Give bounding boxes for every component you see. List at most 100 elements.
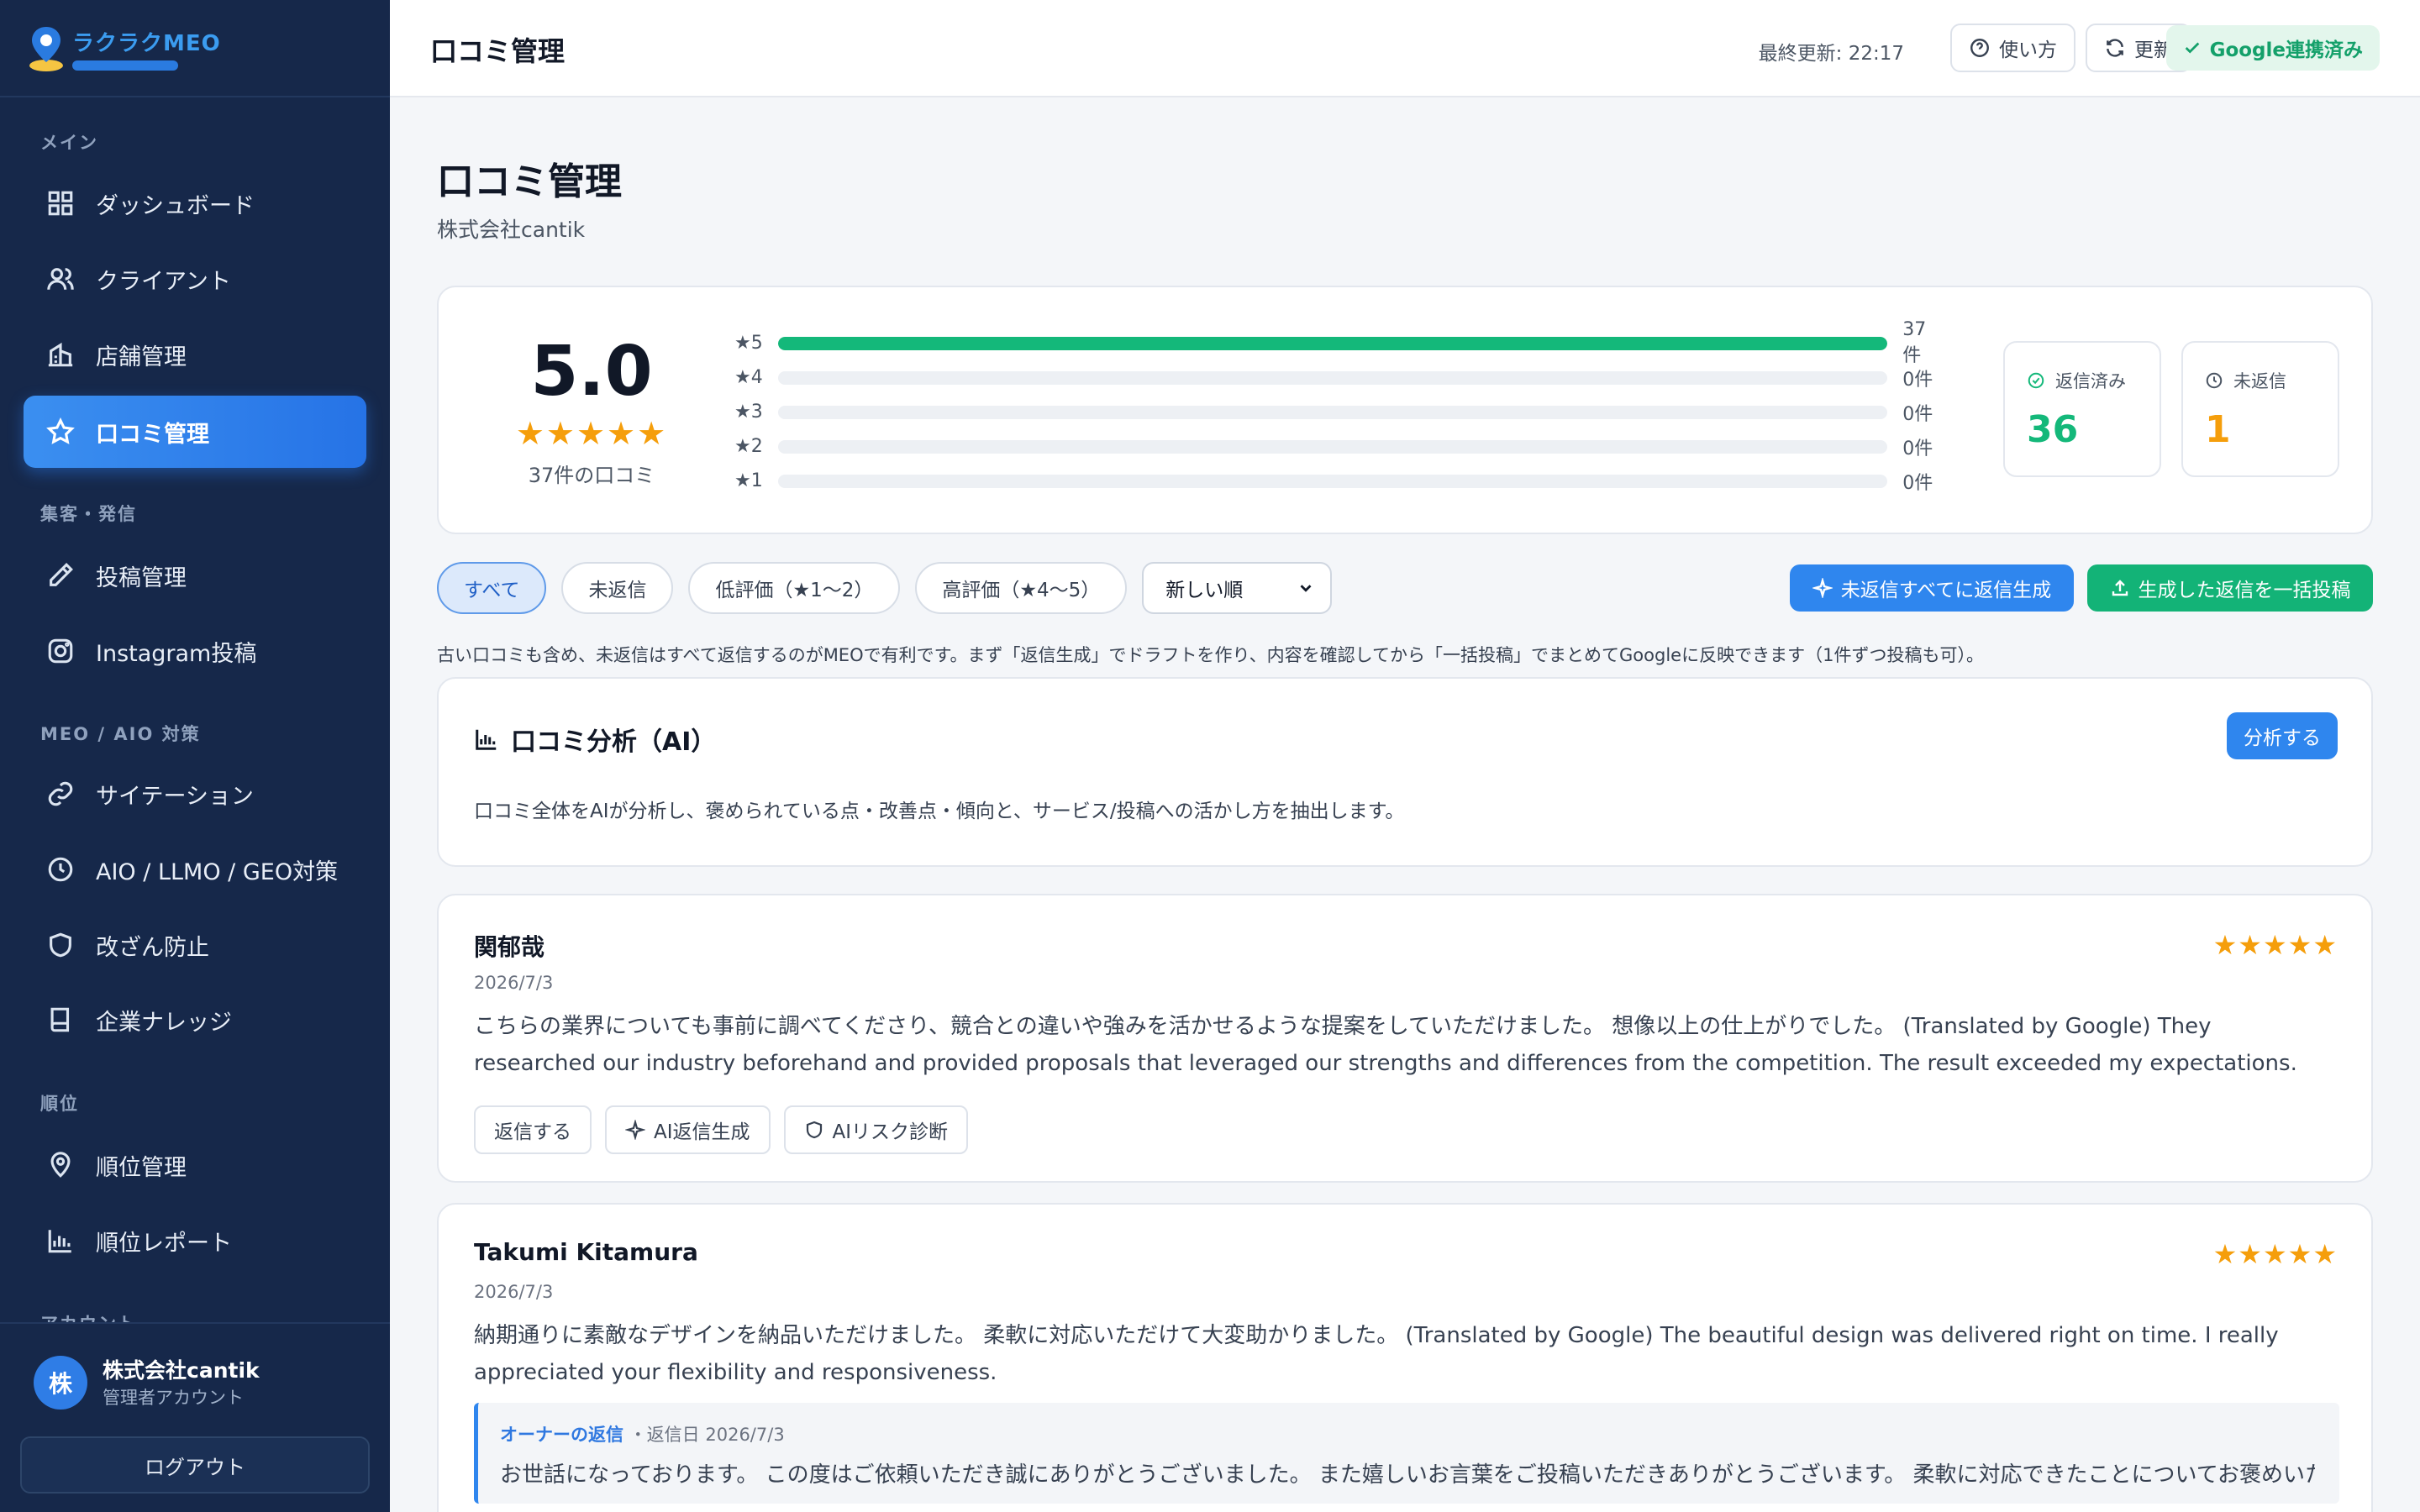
sidebar-item-label: Instagram投稿 bbox=[96, 640, 257, 667]
distribution-track bbox=[777, 370, 1888, 385]
sparkle-icon bbox=[1812, 578, 1833, 598]
shield-icon bbox=[45, 930, 76, 960]
bulk-post-label: 生成した返信を一括投稿 bbox=[2138, 580, 2351, 601]
reply-hint-text: 古い口コミも含め、未返信はすべて返信するのがMEOで有利です。まず「返信生成」で… bbox=[437, 645, 1984, 665]
sidebar-item-rank-management[interactable]: 順位管理 bbox=[24, 1129, 366, 1201]
check-circle-icon bbox=[2028, 372, 2044, 389]
sidebar-item-instagram[interactable]: Instagram投稿 bbox=[24, 615, 366, 687]
refresh-icon bbox=[2107, 39, 2123, 57]
top-bar: 口コミ管理 最終更新: 22:17 使い方 更新 Google連携済み bbox=[390, 0, 2420, 97]
ai-analysis-card: 口コミ分析（AI） 口コミ全体をAIが分析し、褒められている点・改善点・傾向と、… bbox=[437, 677, 2373, 867]
clock-icon bbox=[2206, 372, 2223, 389]
average-rating: 5.0 ★★★★★ 37件の口コミ bbox=[489, 338, 694, 488]
review-date: 2026/7/3 bbox=[474, 1282, 554, 1302]
ai-risk-check-button[interactable]: AIリスク診断 bbox=[783, 1105, 969, 1154]
sidebar: ラクラクMEO メイン ダッシュボード クライアント 店舗管理 口コミ管理 集客… bbox=[0, 0, 390, 1512]
distribution-count: 0件 bbox=[1902, 438, 1933, 459]
shield-icon bbox=[806, 1121, 822, 1139]
sidebar-item-label: 投稿管理 bbox=[96, 564, 187, 591]
distribution-track bbox=[777, 474, 1888, 488]
link-icon bbox=[45, 779, 76, 809]
reply-button[interactable]: 返信する bbox=[474, 1105, 592, 1154]
ai-reply-button[interactable]: AI返信生成 bbox=[605, 1105, 771, 1154]
ai-reply-label: AI返信生成 bbox=[654, 1121, 750, 1143]
bar-chart-icon bbox=[45, 1226, 76, 1256]
sidebar-item-reviews[interactable]: 口コミ管理 bbox=[24, 396, 366, 468]
review-count: 37件の口コミ bbox=[528, 464, 655, 487]
average-stars: ★★★★★ bbox=[515, 415, 668, 452]
sidebar-item-aio[interactable]: AIO / LLMO / GEO対策 bbox=[24, 833, 366, 906]
bar-chart-icon bbox=[476, 729, 497, 750]
help-icon bbox=[1970, 39, 1989, 57]
replied-value: 36 bbox=[2027, 408, 2079, 451]
sidebar-item-stores[interactable]: 店舗管理 bbox=[24, 318, 366, 391]
google-status-label: Google連携済み bbox=[2209, 39, 2363, 61]
help-button[interactable]: 使い方 bbox=[1950, 24, 2075, 72]
distribution-label: ★1 bbox=[734, 470, 763, 491]
filter-chip-unreplied[interactable]: 未返信 bbox=[561, 562, 674, 614]
sidebar-item-posts[interactable]: 投稿管理 bbox=[24, 539, 366, 612]
sidebar-item-citation[interactable]: サイテーション bbox=[24, 758, 366, 830]
sidebar-item-label: ダッシュボード bbox=[96, 192, 255, 219]
unreplied-value: 1 bbox=[2205, 408, 2231, 451]
bulk-post-button[interactable]: 生成した返信を一括投稿 bbox=[2087, 564, 2373, 612]
filter-bar: すべて 未返信 低評価（★1〜2） 高評価（★4〜5） 新しい順 bbox=[437, 561, 1333, 615]
sidebar-item-rank-report[interactable]: 順位レポート bbox=[24, 1205, 366, 1277]
upload-icon bbox=[2112, 580, 2128, 596]
avatar[interactable]: 株 bbox=[34, 1356, 87, 1410]
replied-label: 返信済み bbox=[2055, 371, 2126, 391]
section-label-marketing: 集客・発信 bbox=[40, 504, 137, 524]
sidebar-item-knowledge[interactable]: 企業ナレッジ bbox=[24, 984, 366, 1056]
help-label: 使い方 bbox=[1999, 39, 2057, 61]
map-pin-logo-icon bbox=[27, 24, 66, 72]
ai-risk-label: AIリスク診断 bbox=[832, 1121, 949, 1143]
filter-chip-all[interactable]: すべて bbox=[437, 562, 547, 614]
logout-button[interactable]: ログアウト bbox=[20, 1436, 370, 1494]
last-updated: 最終更新: 22:17 bbox=[1758, 43, 1904, 65]
sort-select[interactable]: 新しい順 bbox=[1142, 562, 1333, 614]
account-panel: 株 株式会社cantik 管理者アカウント ログアウト bbox=[0, 1322, 390, 1512]
filter-chip-low-rating[interactable]: 低評価（★1〜2） bbox=[688, 562, 901, 614]
sidebar-item-label: 企業ナレッジ bbox=[96, 1009, 232, 1036]
building-icon bbox=[45, 339, 76, 370]
sidebar-item-clients[interactable]: クライアント bbox=[24, 243, 366, 315]
distribution-track bbox=[777, 439, 1888, 454]
unreplied-stat: 未返信 1 bbox=[2181, 341, 2339, 477]
sidebar-item-tamper[interactable]: 改ざん防止 bbox=[24, 909, 366, 981]
owner-reply: オーナーの返信 ・返信日 2026/7/3 お世話になっております。 この度はご… bbox=[474, 1403, 2339, 1504]
review-actions: 返信する AI返信生成 AIリスク診断 bbox=[474, 1105, 981, 1154]
sidebar-item-label: AIO / LLMO / GEO対策 bbox=[96, 858, 339, 885]
sidebar-item-label: 口コミ管理 bbox=[96, 421, 209, 448]
sidebar-item-label: 店舗管理 bbox=[96, 344, 187, 370]
section-label-rank: 順位 bbox=[40, 1094, 79, 1114]
distribution-count: 0件 bbox=[1902, 369, 1933, 391]
rating-distribution: ★5 37件 ★4 0件 ★3 0件 ★2 0件 ★1 0件 bbox=[734, 319, 1944, 498]
distribution-row: ★3 0件 bbox=[734, 395, 1944, 429]
owner-reply-text: お世話になっております。 この度はご依頼いただき誠にありがとうございました。 ま… bbox=[500, 1462, 2315, 1488]
filter-chip-high-rating[interactable]: 高評価（★4〜5） bbox=[915, 562, 1128, 614]
distribution-row: ★2 0件 bbox=[734, 429, 1944, 464]
book-icon bbox=[45, 1005, 76, 1035]
topbar-title: 口コミ管理 bbox=[430, 35, 566, 67]
users-icon bbox=[45, 264, 76, 294]
instagram-icon bbox=[45, 636, 76, 666]
replied-stat: 返信済み 36 bbox=[2003, 341, 2161, 477]
sidebar-item-label: クライアント bbox=[96, 268, 231, 295]
app-logo[interactable]: ラクラクMEO bbox=[0, 0, 390, 97]
distribution-label: ★3 bbox=[734, 402, 763, 423]
sidebar-item-dashboard[interactable]: ダッシュボード bbox=[24, 167, 366, 239]
analyze-button[interactable]: 分析する bbox=[2227, 712, 2338, 759]
grid-icon bbox=[45, 188, 76, 218]
distribution-label: ★5 bbox=[734, 333, 763, 354]
review-text: こちらの業界についても事前に調べてくださり、競合との違いや強みを活かせるような提… bbox=[474, 1014, 2297, 1076]
google-status-badge: Google連携済み bbox=[2165, 25, 2380, 71]
sparkle-icon bbox=[625, 1120, 645, 1140]
average-rating-value: 5.0 bbox=[530, 332, 653, 412]
review-stars: ★★★★★ bbox=[2212, 929, 2338, 961]
generate-all-replies-button[interactable]: 未返信すべてに返信生成 bbox=[1790, 564, 2074, 612]
unreplied-label: 未返信 bbox=[2233, 371, 2286, 391]
page-subtitle: 株式会社cantik bbox=[437, 218, 586, 242]
analysis-title: 口コミ分析（AI） bbox=[511, 727, 717, 757]
review-card: Takumi Kitamura 2026/7/3 ★★★★★ 納期通りに素敵なデ… bbox=[437, 1203, 2373, 1512]
distribution-count: 0件 bbox=[1902, 472, 1933, 494]
